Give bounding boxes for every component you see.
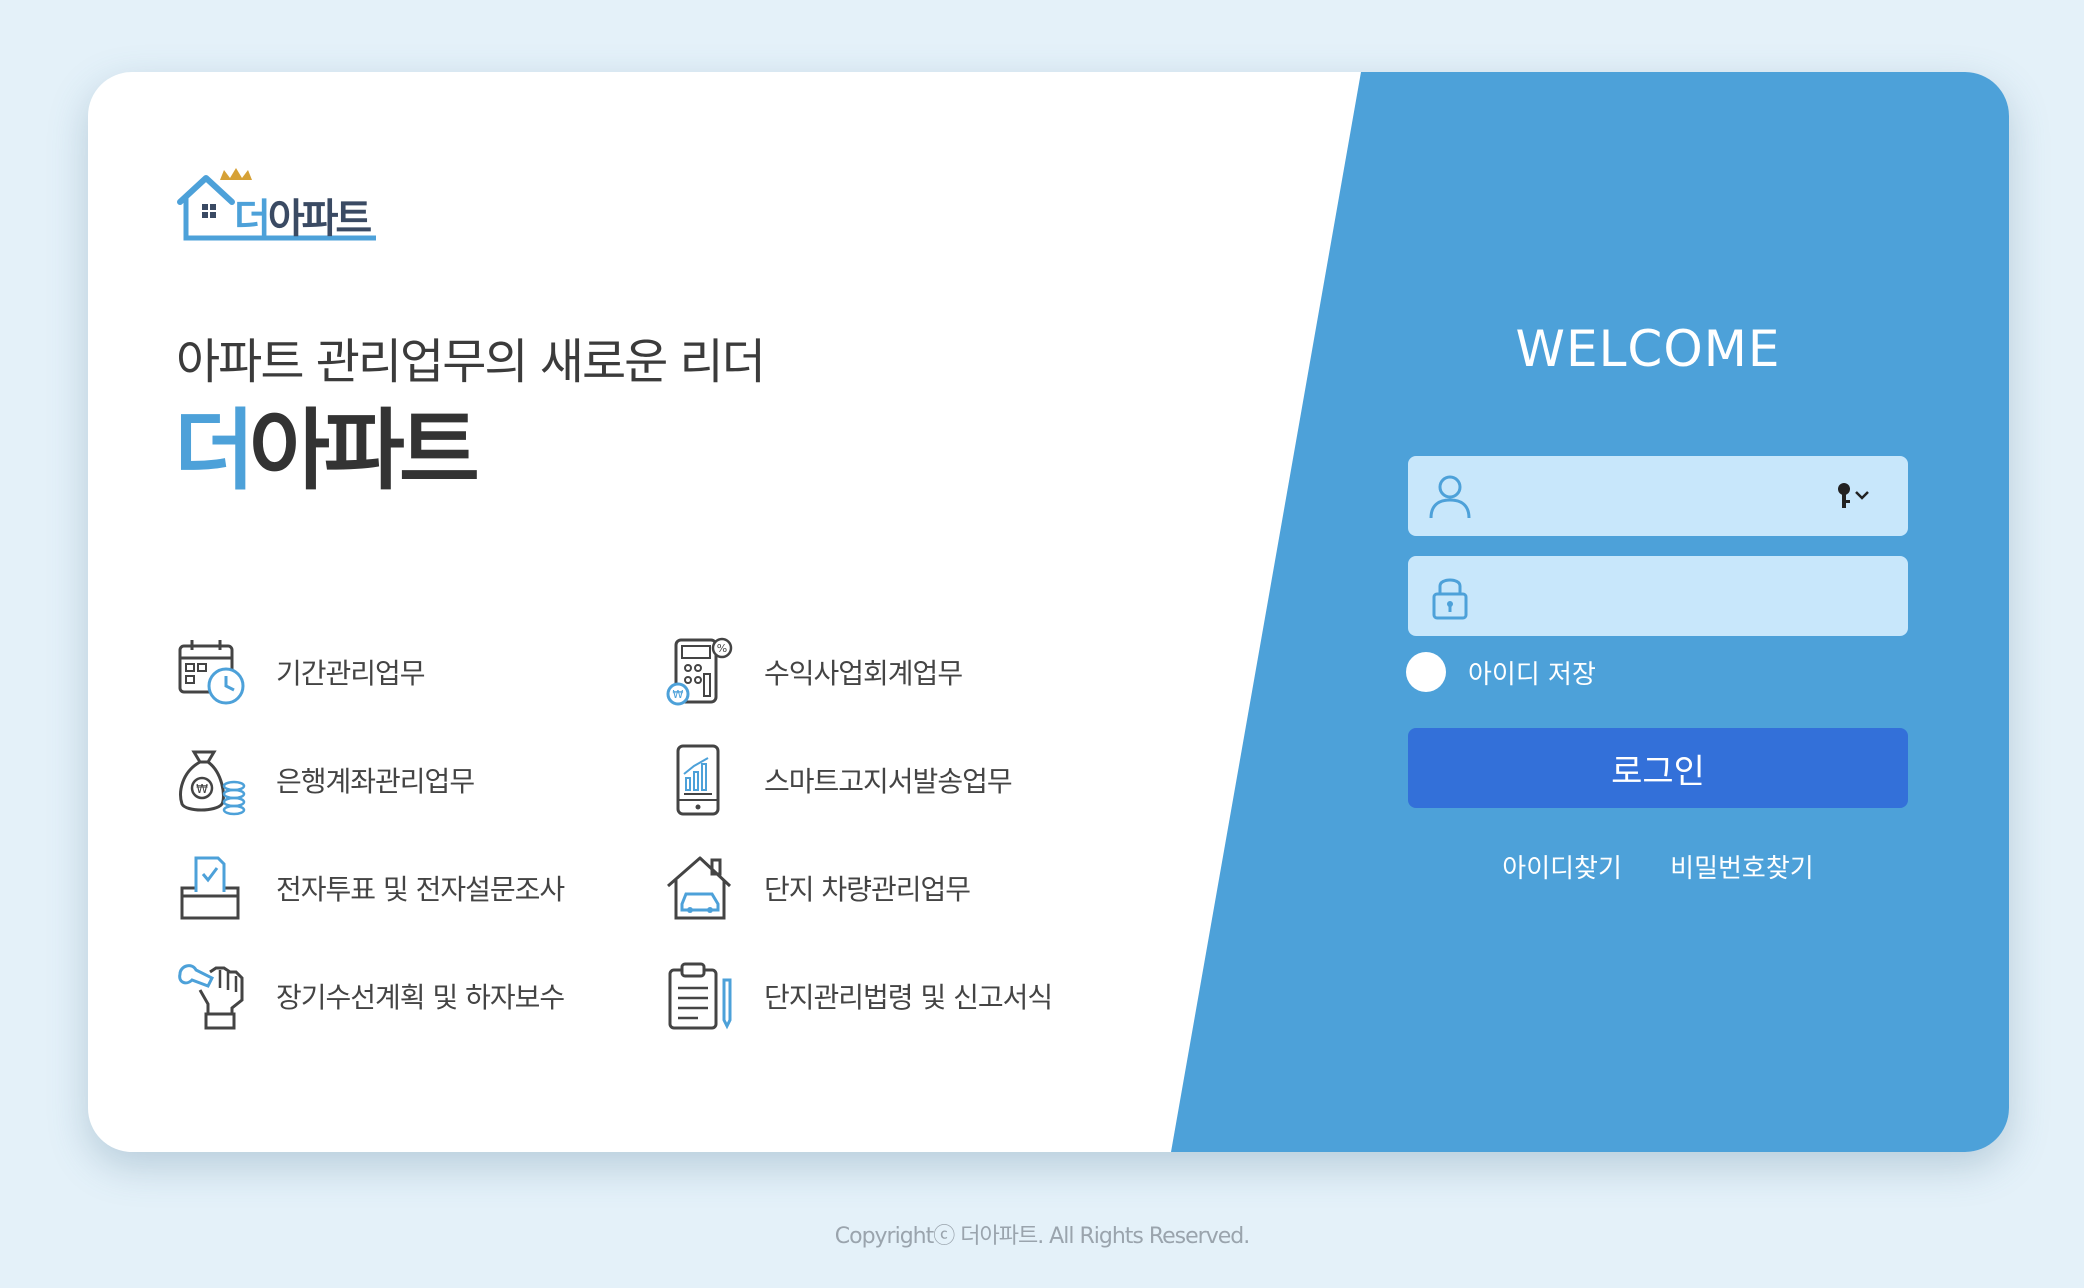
copyright: Copyrightⓒ 더아파트. All Rights Reserved. bbox=[834, 1224, 1250, 1249]
svg-text:%: % bbox=[717, 642, 727, 655]
house-car-icon bbox=[667, 856, 732, 920]
feature-item: 장기수선계획 및 하자보수 bbox=[176, 956, 636, 1036]
feature-item: % ₩ 수익사업회계업무 bbox=[664, 632, 1124, 712]
feature-label: 장기수선계획 및 하자보수 bbox=[276, 981, 565, 1014]
feature-item: ₩ 은행계좌관리업무 bbox=[176, 740, 636, 820]
id-input[interactable] bbox=[1488, 456, 1822, 538]
login-card: 더아파트 아파트 관리업무의 새로운 리더 더아파트 기간관리업무 % ₩ 수익… bbox=[88, 72, 2009, 1152]
feature-label: 전자투표 및 전자설문조사 bbox=[276, 873, 565, 906]
ballot-box-icon bbox=[180, 856, 240, 920]
find-password-link[interactable]: 비밀번호찾기 bbox=[1670, 848, 1814, 885]
id-field[interactable] bbox=[1408, 456, 1908, 538]
account-links: 아이디찾기 비밀번호찾기 bbox=[1408, 848, 1908, 885]
key-dropdown-icon[interactable] bbox=[1836, 482, 1876, 510]
logo: 더아파트 bbox=[176, 168, 386, 248]
login-button[interactable]: 로그인 bbox=[1408, 728, 1908, 808]
feature-label: 스마트고지서발송업무 bbox=[764, 765, 1013, 798]
feature-item: 기간관리업무 bbox=[176, 632, 636, 712]
brand-title: 더아파트 bbox=[174, 399, 480, 502]
logo-text: 더아파트 bbox=[234, 196, 372, 242]
smartphone-chart-icon bbox=[676, 744, 720, 816]
calendar-clock-icon bbox=[178, 640, 245, 705]
remember-id[interactable]: 아이디 저장 bbox=[1406, 652, 1596, 692]
feature-label: 단지관리법령 및 신고서식 bbox=[764, 981, 1053, 1014]
lock-icon bbox=[1432, 578, 1468, 620]
money-bag-icon: ₩ bbox=[179, 750, 246, 816]
remember-label[interactable]: 아이디 저장 bbox=[1468, 654, 1596, 691]
clipboard-document-icon bbox=[668, 962, 732, 1030]
feature-item: 스마트고지서발송업무 bbox=[664, 740, 1124, 820]
feature-label: 기간관리업무 bbox=[276, 657, 426, 690]
feature-item: 단지 차량관리업무 bbox=[664, 848, 1124, 928]
user-icon bbox=[1429, 475, 1471, 519]
welcome-title: WELCOME bbox=[1515, 320, 1781, 378]
svg-text:₩: ₩ bbox=[196, 782, 208, 796]
find-id-link[interactable]: 아이디찾기 bbox=[1502, 848, 1622, 885]
feature-label: 단지 차량관리업무 bbox=[764, 873, 971, 906]
calculator-icon: % ₩ bbox=[666, 637, 733, 706]
feature-item: 단지관리법령 및 신고서식 bbox=[664, 956, 1124, 1036]
remember-checkbox[interactable] bbox=[1406, 652, 1446, 692]
wrench-hand-icon bbox=[178, 964, 244, 1030]
feature-label: 수익사업회계업무 bbox=[764, 657, 963, 690]
feature-item: 전자투표 및 전자설문조사 bbox=[176, 848, 636, 928]
feature-list: 기간관리업무 % ₩ 수익사업회계업무 ₩ 은행계좌관리업무 스마트고지서발송업… bbox=[176, 632, 1096, 1072]
password-field[interactable] bbox=[1408, 556, 1908, 638]
feature-label: 은행계좌관리업무 bbox=[276, 765, 475, 798]
password-input[interactable] bbox=[1488, 556, 1822, 638]
svg-text:₩: ₩ bbox=[673, 688, 684, 701]
